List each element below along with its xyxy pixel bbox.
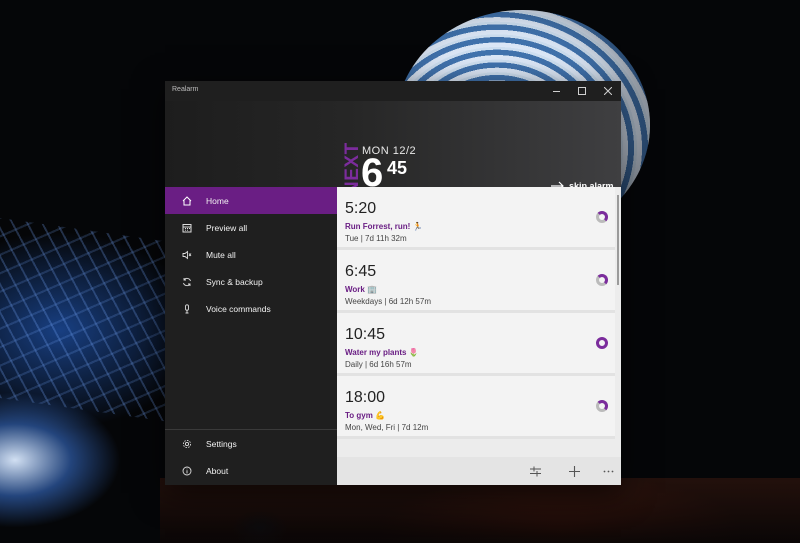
next-alarm-header: NEXT MON 12/2 6 45 skip alarm bbox=[165, 101, 621, 195]
sidebar-item-sync-backup[interactable]: Sync & backup bbox=[165, 268, 337, 295]
minimize-icon bbox=[552, 90, 560, 92]
toggle-arc bbox=[596, 274, 608, 286]
alarm-name: Water my plants 🌷 bbox=[345, 348, 419, 357]
app-window: Realarm NEXT MON 12/2 6 45 skip alarm Ho… bbox=[165, 81, 621, 485]
more-icon bbox=[603, 470, 613, 472]
alarm-item[interactable]: 6:45 Work 🏢 Weekdays | 6d 12h 57m bbox=[337, 250, 615, 313]
alarm-name: Work 🏢 bbox=[345, 285, 378, 294]
sidebar-item-label: Sync & backup bbox=[206, 276, 263, 287]
scrollbar[interactable] bbox=[617, 195, 619, 285]
sidebar-item-mute-all[interactable]: Mute all bbox=[165, 241, 337, 268]
stage-truss-image bbox=[0, 218, 170, 422]
title-bar[interactable]: Realarm bbox=[165, 81, 621, 101]
alarm-schedule: Weekdays | 6d 12h 57m bbox=[345, 297, 431, 306]
filter-button[interactable] bbox=[527, 463, 543, 479]
more-button[interactable] bbox=[600, 463, 616, 479]
alarm-item[interactable]: 10:45 Water my plants 🌷 Daily | 6d 16h 5… bbox=[337, 313, 615, 376]
alarm-time: 18:00 bbox=[345, 389, 386, 406]
sidebar-item-settings[interactable]: Settings bbox=[165, 430, 337, 457]
alarm-schedule: Daily | 6d 16h 57m bbox=[345, 360, 412, 369]
alarm-schedule: Tue | 7d 11h 32m bbox=[345, 234, 407, 243]
sidebar-item-label: About bbox=[206, 465, 229, 476]
alarm-toggle[interactable] bbox=[596, 274, 608, 286]
filter-icon bbox=[529, 466, 541, 476]
mute-icon bbox=[181, 249, 193, 261]
sidebar-item-about[interactable]: About bbox=[165, 457, 337, 484]
alarm-toggle[interactable] bbox=[596, 337, 608, 349]
alarm-list[interactable]: 5:20 Run Forrest, run! 🏃 Tue | 7d 11h 32… bbox=[337, 187, 621, 457]
close-icon bbox=[604, 87, 612, 95]
sidebar-item-preview-all[interactable]: Preview all bbox=[165, 214, 337, 241]
add-alarm-button[interactable] bbox=[566, 463, 582, 479]
crowd-silhouette-image bbox=[160, 478, 800, 543]
alarm-item[interactable]: 18:00 To gym 💪 Mon, Wed, Fri | 7d 12m bbox=[337, 376, 615, 439]
sidebar-item-voice-commands[interactable]: Voice commands bbox=[165, 295, 337, 322]
alarm-toggle[interactable] bbox=[596, 400, 608, 412]
alarm-toggle[interactable] bbox=[596, 211, 608, 223]
calendar-icon bbox=[181, 222, 193, 234]
sidebar-item-home[interactable]: Home bbox=[165, 187, 337, 214]
alarm-time: 6:45 bbox=[345, 263, 377, 280]
info-icon bbox=[181, 465, 193, 477]
sidebar-item-label: Mute all bbox=[206, 249, 236, 260]
alarm-name: To gym 💪 bbox=[345, 411, 386, 420]
alarm-name: Run Forrest, run! 🏃 bbox=[345, 222, 423, 231]
command-bar bbox=[337, 457, 621, 485]
sidebar-item-label: Preview all bbox=[206, 222, 248, 233]
alarm-schedule: Mon, Wed, Fri | 7d 12m bbox=[345, 423, 429, 432]
sidebar-item-label: Voice commands bbox=[206, 303, 271, 314]
maximize-icon bbox=[578, 87, 586, 95]
minimize-button[interactable] bbox=[543, 81, 569, 101]
sidebar-item-label: Home bbox=[206, 195, 229, 206]
toggle-arc bbox=[596, 400, 608, 412]
alarm-time: 10:45 bbox=[345, 326, 386, 343]
add-icon bbox=[568, 465, 580, 477]
maximize-button[interactable] bbox=[569, 81, 595, 101]
app-title: Realarm bbox=[172, 86, 199, 93]
sidebar-item-label: Settings bbox=[206, 438, 237, 449]
close-button[interactable] bbox=[595, 81, 621, 101]
alarm-time: 5:20 bbox=[345, 200, 377, 217]
gear-icon bbox=[181, 438, 193, 450]
next-alarm-minute: 45 bbox=[387, 158, 408, 178]
sync-icon bbox=[181, 276, 193, 288]
toggle-arc bbox=[596, 211, 608, 223]
microphone-icon bbox=[181, 303, 193, 315]
sidebar: Home Preview all Mute all Sync & backup … bbox=[165, 187, 337, 485]
alarm-item[interactable]: 5:20 Run Forrest, run! 🏃 Tue | 7d 11h 32… bbox=[337, 187, 615, 250]
home-icon bbox=[181, 195, 193, 207]
